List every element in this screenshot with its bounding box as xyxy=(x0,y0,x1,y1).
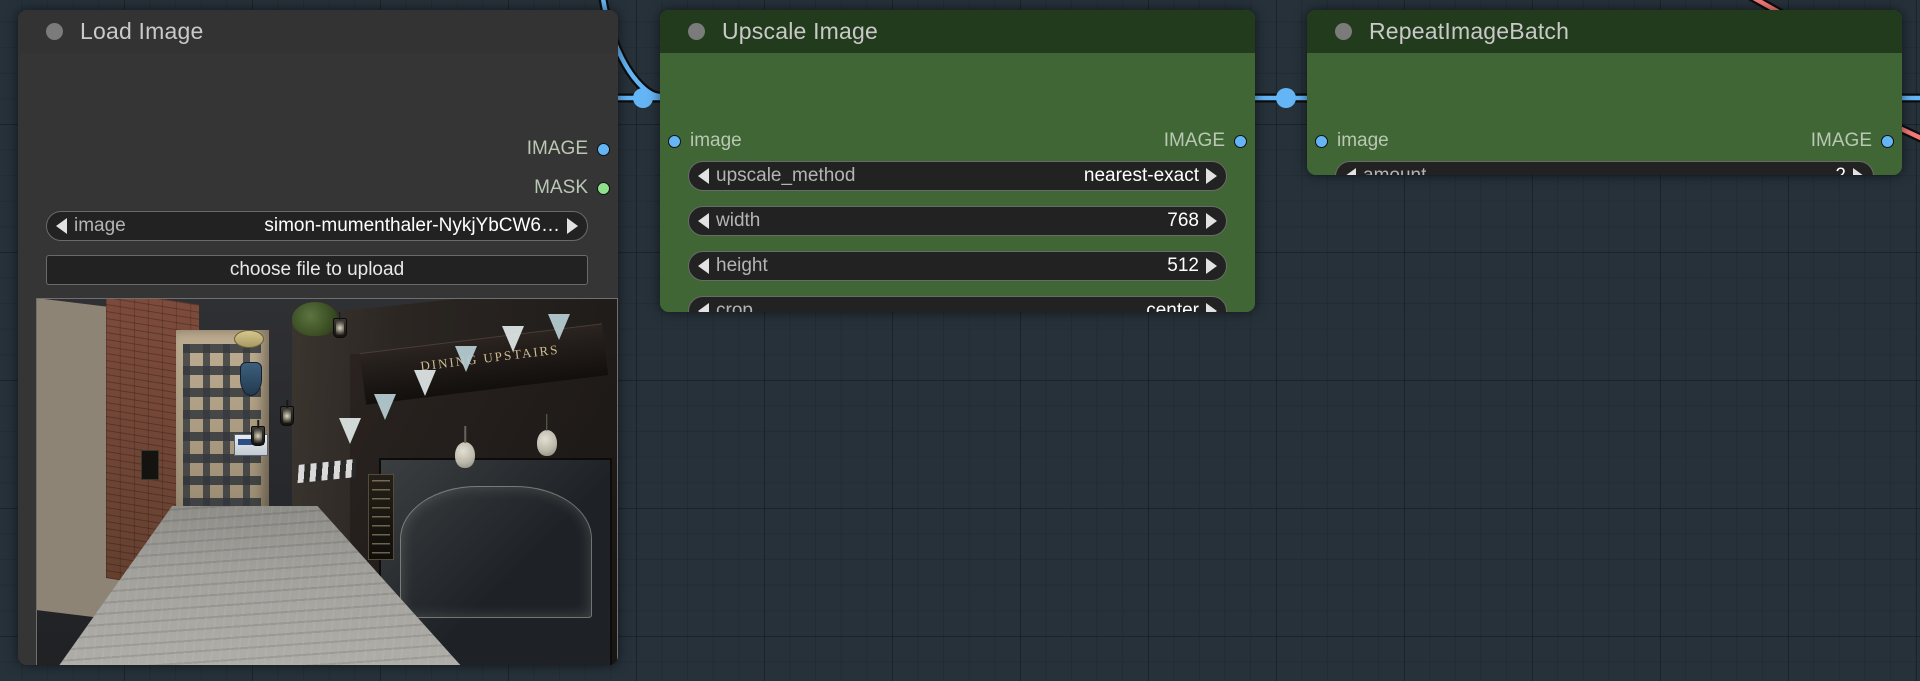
arrow-right-icon[interactable] xyxy=(1206,168,1217,184)
widget-label: crop xyxy=(716,300,753,312)
street-scene-illustration: DINING UPSTAIRS xyxy=(36,298,618,665)
node-body: image IMAGE upscale_method nearest-exact… xyxy=(660,53,1255,312)
node-title-bar[interactable]: Upscale Image xyxy=(660,10,1255,53)
arrow-left-icon[interactable] xyxy=(698,213,709,229)
arrow-left-icon[interactable] xyxy=(698,303,709,312)
image-slot-dot[interactable] xyxy=(668,134,681,148)
arrow-right-icon[interactable] xyxy=(1206,213,1217,229)
input-slot-label: image xyxy=(1337,130,1389,151)
node-title-bar[interactable]: RepeatImageBatch xyxy=(1307,10,1902,53)
widget-value: center xyxy=(1146,300,1199,312)
widget-value: nearest-exact xyxy=(1083,165,1199,186)
node-graph-canvas[interactable]: Load Image IMAGE MASK image simon-mument… xyxy=(0,0,1920,681)
circle-collapse-icon[interactable] xyxy=(688,23,705,40)
node-title-text: Upscale Image xyxy=(722,18,879,44)
node-upscale-image[interactable]: Upscale Image image IMAGE upscale_method… xyxy=(660,10,1255,312)
arrow-left-icon[interactable] xyxy=(698,258,709,274)
widget-label: amount xyxy=(1363,165,1426,175)
node-title-text: RepeatImageBatch xyxy=(1369,18,1570,44)
widget-upscale-method[interactable]: upscale_method nearest-exact xyxy=(688,161,1227,191)
output-slot-image[interactable]: IMAGE xyxy=(526,138,610,159)
image-slot-dot[interactable] xyxy=(597,142,610,156)
choose-file-to-upload-button[interactable]: choose file to upload xyxy=(46,255,588,285)
node-title-bar[interactable]: Load Image xyxy=(18,10,618,53)
arrow-right-icon[interactable] xyxy=(1853,168,1864,175)
upload-button-label: choose file to upload xyxy=(229,259,405,280)
output-slot-label: IMAGE xyxy=(1810,130,1872,151)
widget-crop[interactable]: crop center xyxy=(688,296,1227,312)
arrow-left-icon[interactable] xyxy=(698,168,709,184)
output-slot-label: IMAGE xyxy=(1163,130,1225,151)
node-title-text: Load Image xyxy=(80,18,204,44)
output-slot-mask[interactable]: MASK xyxy=(534,177,610,198)
widget-label: upscale_method xyxy=(716,165,856,186)
arrow-right-icon[interactable] xyxy=(1206,303,1217,312)
image-slot-dot[interactable] xyxy=(1315,134,1328,148)
widget-value: simon-mumenthaler-NykjYbCW6… xyxy=(264,215,560,236)
output-slot-label: IMAGE xyxy=(526,138,588,159)
image-preview[interactable]: DINING UPSTAIRS xyxy=(36,298,618,665)
arrow-left-icon[interactable] xyxy=(56,218,67,234)
input-slot-image[interactable]: image xyxy=(668,130,742,151)
link-midpoint-dot xyxy=(1276,88,1296,108)
widget-width[interactable]: width 768 xyxy=(688,206,1227,236)
circle-collapse-icon[interactable] xyxy=(1335,23,1352,40)
arrow-left-icon[interactable] xyxy=(1345,168,1356,175)
node-load-image[interactable]: Load Image IMAGE MASK image simon-mument… xyxy=(18,10,618,665)
node-body: IMAGE MASK image simon-mumenthaler-NykjY… xyxy=(18,53,618,665)
widget-label: image xyxy=(74,215,126,236)
input-slot-label: image xyxy=(690,130,742,151)
widget-value: 768 xyxy=(1167,210,1199,231)
link-midpoint-dot xyxy=(633,88,653,108)
node-body: image IMAGE amount 2 xyxy=(1307,53,1902,175)
widget-value: 512 xyxy=(1167,255,1199,276)
image-slot-dot[interactable] xyxy=(1881,134,1894,148)
input-slot-image[interactable]: image xyxy=(1315,130,1389,151)
widget-amount[interactable]: amount 2 xyxy=(1335,161,1874,175)
output-slot-label: MASK xyxy=(534,177,588,198)
arrow-right-icon[interactable] xyxy=(567,218,578,234)
widget-value: 2 xyxy=(1835,165,1846,175)
output-slot-image[interactable]: IMAGE xyxy=(1163,130,1247,151)
mask-slot-dot[interactable] xyxy=(597,181,610,195)
widget-label: width xyxy=(716,210,761,231)
circle-collapse-icon[interactable] xyxy=(46,23,63,40)
widget-height[interactable]: height 512 xyxy=(688,251,1227,281)
widget-image-combo[interactable]: image simon-mumenthaler-NykjYbCW6… xyxy=(46,211,588,241)
node-repeat-image-batch[interactable]: RepeatImageBatch image IMAGE amount 2 xyxy=(1307,10,1902,175)
widget-label: height xyxy=(716,255,768,276)
output-slot-image[interactable]: IMAGE xyxy=(1810,130,1894,151)
image-slot-dot[interactable] xyxy=(1234,134,1247,148)
arrow-right-icon[interactable] xyxy=(1206,258,1217,274)
